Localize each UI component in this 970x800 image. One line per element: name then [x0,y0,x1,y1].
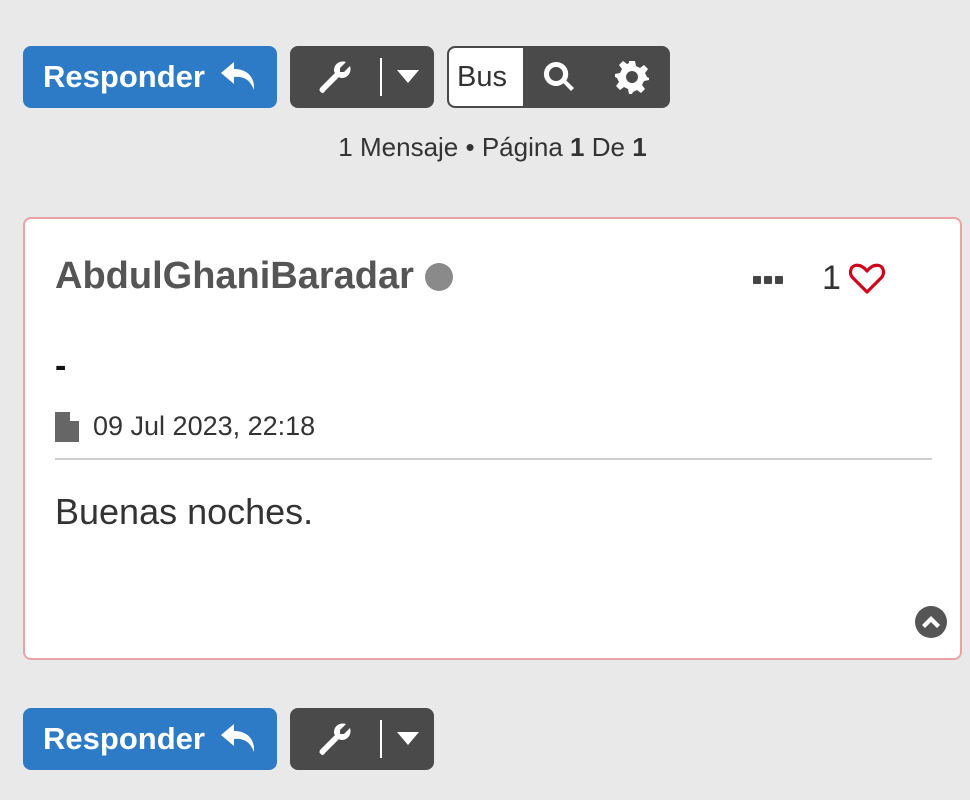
caret-down-icon [397,732,419,745]
of-label: De [591,132,625,162]
author-name[interactable]: AbdulGhaniBaradar [55,255,414,298]
bottom-toolbar: Responder [23,708,434,770]
wrench-container [290,60,380,94]
caret-down-icon [397,70,419,83]
like-button[interactable]: 1 [822,259,885,298]
file-icon [55,411,79,442]
reply-label: Responder [43,721,205,756]
tools-dropdown-toggle[interactable] [382,70,434,84]
pagination-info: 1 Mensaje • Página 1 De 1 [0,132,970,163]
wrench-icon [319,61,351,94]
search-input[interactable] [449,48,523,106]
current-page: 1 [570,132,585,162]
message-count: 1 [338,132,353,162]
separator: • [465,132,475,162]
search-box [447,46,670,108]
post-divider [55,458,932,460]
reply-button[interactable]: Responder [23,46,277,108]
search-button[interactable] [523,48,596,106]
post-date: 09 Jul 2023, 22:18 [93,411,316,441]
chevron-up-icon [922,616,940,628]
total-pages: 1 [632,132,647,162]
gear-icon [614,61,649,94]
post-title: - [55,347,67,385]
post-content: Buenas noches. [55,491,314,532]
reply-icon [220,724,255,752]
post-meta: 09 Jul 2023, 22:18 [55,411,315,442]
wrench-icon [319,723,351,756]
reply-icon [220,62,255,90]
post-author: AbdulGhaniBaradar [55,255,453,298]
post: AbdulGhaniBaradar 1 - 09 Jul 2023, 22:18… [23,217,962,660]
messages-label: Mensaje [359,132,459,162]
search-icon [544,61,575,91]
topic-tools-button-bottom[interactable] [290,708,434,770]
advanced-search-button[interactable] [596,48,669,106]
tools-dropdown-toggle[interactable] [382,732,434,746]
like-count: 1 [822,259,841,297]
more-icon[interactable] [753,276,783,284]
topic-tools-button[interactable] [290,46,434,108]
offline-status-icon [424,262,453,291]
reply-label: Responder [43,59,205,94]
page-label: Página [481,132,563,162]
back-to-top-button[interactable] [915,606,947,638]
top-toolbar: Responder [23,46,670,108]
wrench-container [290,722,380,756]
reply-button-bottom[interactable]: Responder [23,708,277,770]
heart-icon [848,263,885,294]
